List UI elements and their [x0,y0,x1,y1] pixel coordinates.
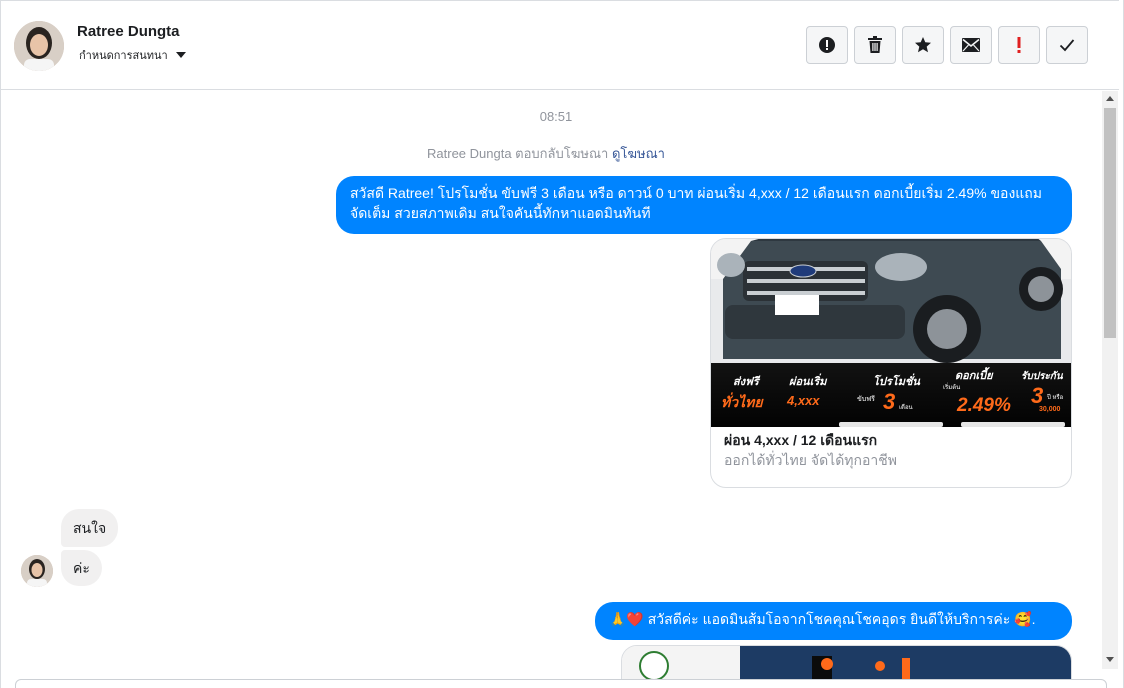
mark-spam-button[interactable] [806,26,848,64]
message-timestamp: 08:51 [539,109,573,124]
banner-interest-top: ดอกเบี้ย [955,367,994,382]
banner-interest-prefix: เริ่มต้น [943,383,960,391]
banner-installment-top: ผ่อนเริ่ม [789,373,828,388]
message-bubble-outgoing[interactable]: สวัสดี Ratree! โปรโมชั่น ขับฟรี 3 เดือน … [336,176,1072,234]
trash-icon [868,36,882,53]
ad-reply-note-text: Ratree Dungta ตอบกลับโฆษณา [427,146,609,161]
banner-interest-value: 2.49% [956,395,1011,416]
banner-promo-top: โปรโมชั่น [873,373,920,388]
banner-installment-value: 4,xxx [786,393,820,408]
image-attachment[interactable] [621,645,1072,681]
envelope-icon [962,38,980,52]
message-bubble-incoming[interactable]: สนใจ [61,509,119,547]
banner-insurance-top: รับประกัน [1021,370,1064,382]
contact-avatar[interactable] [14,21,64,71]
banner-promo-value: 3 [883,389,895,414]
banner-insurance-km: 30,000 [1039,406,1061,413]
ad-card-subtitle: ออกได้ทั่วไทย จัดได้ทุกอาชีพ [724,452,898,468]
scroll-up-arrow-icon[interactable] [1106,96,1114,101]
scroll-down-arrow-icon[interactable] [1106,657,1114,662]
caret-down-icon [175,52,186,58]
exclamation-icon [1017,37,1021,53]
mark-done-button[interactable] [1046,26,1088,64]
conversation-toolbar [806,26,1088,64]
ad-reply-note: Ratree Dungta ตอบกลับโฆษณา ดูโฆษณา [1,143,1091,164]
assign-label: กำหนดการสนทนา [79,49,168,62]
message-bubble-outgoing[interactable]: 🙏❤️ สวัสดีค่ะ แอดมินส้มโอจากโชคคุณโชคอุด… [595,602,1072,640]
scrollbar-thumb[interactable] [1104,108,1116,338]
banner-insurance-unit: ปี หรือ [1046,393,1063,401]
conversation-header: Ratree Dungta กำหนดการสนทนา [1,0,1119,90]
star-icon [915,37,931,53]
ad-car-image: ส่งฟรี ทั่วไทย ผ่อนเริ่ม 4,xxx โปรโมชั่น… [711,239,1071,427]
ad-card-title: ผ่อน 4,xxx / 12 เดือนแรก [724,432,878,448]
message-composer[interactable] [15,679,1107,688]
follow-up-button[interactable] [998,26,1040,64]
view-ad-link[interactable]: ดูโฆษณา [612,146,665,161]
messenger-window: Ratree Dungta กำหนดการสนทนา 08:51 Ratree… [0,0,1124,688]
assign-conversation-dropdown[interactable]: กำหนดการสนทนา [79,46,186,64]
ad-preview-card[interactable]: ส่งฟรี ทั่วไทย ผ่อนเริ่ม 4,xxx โปรโมชั่น… [710,238,1072,488]
star-button[interactable] [902,26,944,64]
thread-scrollbar[interactable] [1102,91,1118,669]
message-thread[interactable]: 08:51 Ratree Dungta ตอบกลับโฆษณา ดูโฆษณา… [1,91,1101,681]
checkmark-icon [1059,39,1075,52]
message-bubble-incoming[interactable]: ค่ะ [61,550,102,586]
banner-promo-unit: เดือน [899,403,913,411]
banner-free-shipping-top: ส่งฟรี [733,375,761,388]
alert-circle-icon [819,37,835,53]
banner-promo-prefix: ขับฟรี [857,395,875,403]
delete-button[interactable] [854,26,896,64]
mark-unread-button[interactable] [950,26,992,64]
contact-avatar-small [21,555,53,587]
contact-name[interactable]: Ratree Dungta [77,23,180,40]
banner-insurance-value: 3 [1031,383,1043,408]
banner-free-shipping-bottom: ทั่วไทย [721,392,764,410]
